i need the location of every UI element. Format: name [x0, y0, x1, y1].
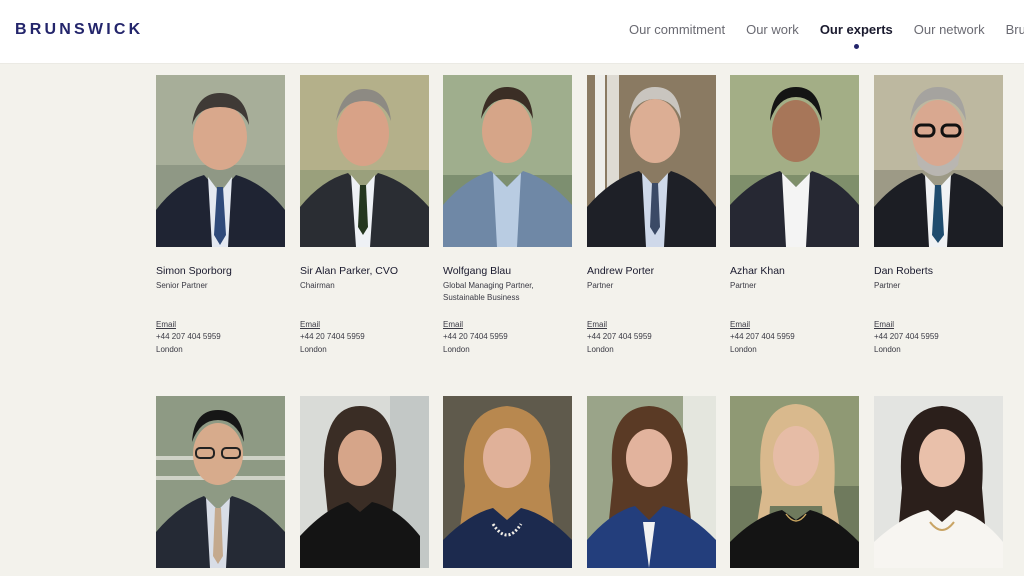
expert-phone[interactable]: +44 207 404 5959 — [587, 332, 652, 341]
expert-email-link[interactable]: Email — [156, 320, 176, 329]
main-nav: Our commitment Our work Our experts Our … — [629, 22, 1024, 49]
expert-photo[interactable] — [156, 75, 285, 247]
expert-city: London — [156, 345, 183, 354]
nav-our-commitment[interactable]: Our commitment — [629, 22, 725, 37]
expert-city: London — [874, 345, 901, 354]
expert-phone[interactable]: +44 207 404 5959 — [156, 332, 221, 341]
expert-photo[interactable] — [443, 75, 572, 247]
expert-photo[interactable] — [730, 75, 859, 247]
expert-photo[interactable] — [443, 396, 572, 568]
expert-photo[interactable] — [587, 75, 716, 247]
expert-name[interactable]: Wolfgang Blau — [443, 265, 511, 277]
expert-city: London — [587, 345, 614, 354]
expert-photo[interactable] — [874, 75, 1003, 247]
expert-city: London — [443, 345, 470, 354]
expert-email-link[interactable]: Email — [300, 320, 320, 329]
expert-city: London — [300, 345, 327, 354]
expert-photo[interactable] — [300, 75, 429, 247]
active-indicator-dot — [853, 44, 859, 49]
expert-name[interactable]: Sir Alan Parker, CVO — [300, 265, 398, 277]
expert-title: Chairman — [300, 281, 335, 290]
expert-title: Global Managing Partner, Sustainable Bus… — [443, 281, 534, 302]
expert-name[interactable]: Andrew Porter — [587, 265, 654, 277]
expert-photo[interactable] — [730, 396, 859, 568]
expert-email-link[interactable]: Email — [730, 320, 750, 329]
expert-phone[interactable]: +44 207 404 5959 — [874, 332, 939, 341]
nav-our-work[interactable]: Our work — [746, 22, 799, 37]
expert-name[interactable]: Azhar Khan — [730, 265, 785, 277]
expert-title: Partner — [587, 281, 614, 290]
nav-brunswick-truncated[interactable]: Bru — [1006, 22, 1024, 37]
expert-name[interactable]: Dan Roberts — [874, 265, 933, 277]
expert-name[interactable]: Simon Sporborg — [156, 265, 232, 277]
expert-email-link[interactable]: Email — [874, 320, 894, 329]
nav-our-network[interactable]: Our network — [914, 22, 985, 37]
expert-title: Senior Partner — [156, 281, 208, 290]
expert-city: London — [730, 345, 757, 354]
expert-photo[interactable] — [587, 396, 716, 568]
expert-photo[interactable] — [300, 396, 429, 568]
site-header: BRUNSWICK Our commitment Our work Our ex… — [0, 0, 1024, 64]
nav-our-experts[interactable]: Our experts — [819, 22, 893, 49]
brunswick-logo[interactable]: BRUNSWICK — [15, 21, 143, 39]
expert-title: Partner — [874, 281, 901, 290]
expert-email-link[interactable]: Email — [587, 320, 607, 329]
expert-photo[interactable] — [156, 396, 285, 568]
expert-photo[interactable] — [874, 396, 1003, 568]
expert-email-link[interactable]: Email — [443, 320, 463, 329]
expert-phone[interactable]: +44 207 404 5959 — [730, 332, 795, 341]
nav-our-experts-label: Our experts — [819, 22, 893, 37]
expert-phone[interactable]: +44 20 7404 5959 — [443, 332, 508, 341]
expert-title: Partner — [730, 281, 757, 290]
expert-phone[interactable]: +44 20 7404 5959 — [300, 332, 365, 341]
